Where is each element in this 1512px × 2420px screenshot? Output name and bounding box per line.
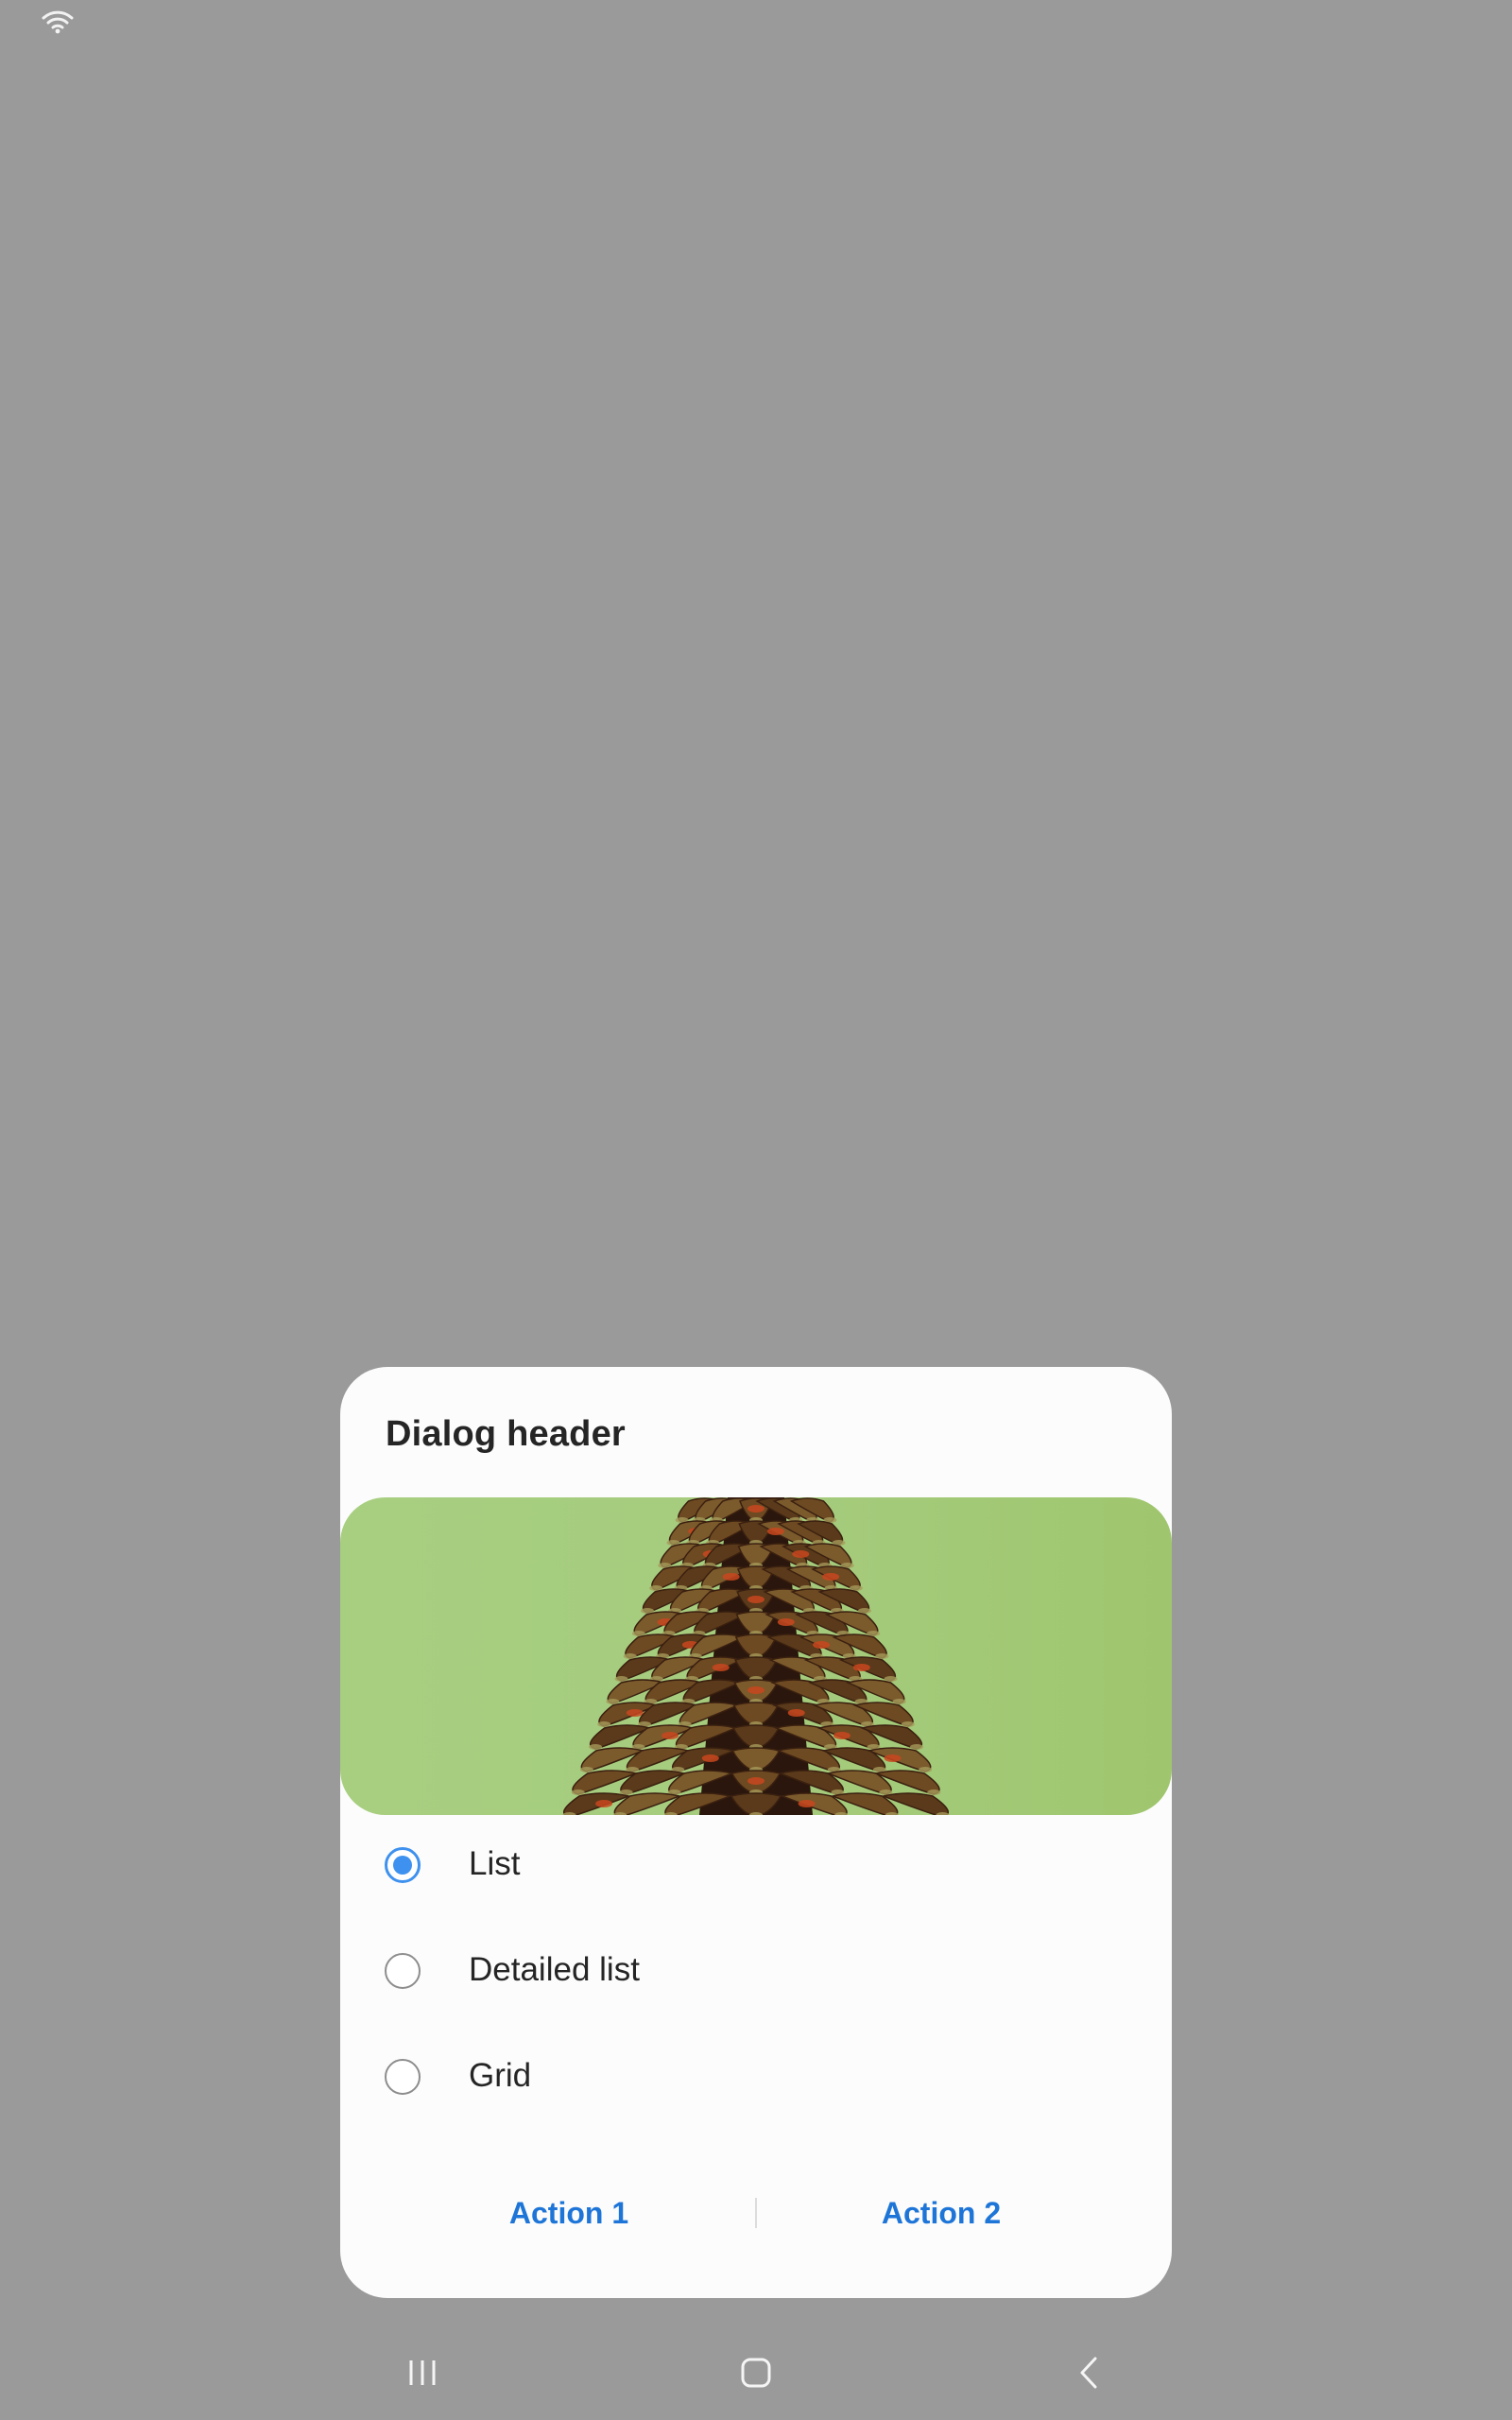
navigation-bar (0, 2325, 1512, 2420)
radio-detailed-list[interactable] (385, 1953, 421, 1989)
dialog: Dialog header List Detailed list Grid Ac… (340, 1367, 1172, 2298)
option-label: Detailed list (469, 1951, 640, 1988)
radio-grid[interactable] (385, 2059, 421, 2095)
radio-list[interactable] (385, 1847, 421, 1883)
recent-apps-button[interactable] (366, 2325, 479, 2420)
action-1-button[interactable]: Action 1 (380, 2175, 758, 2251)
dialog-header: Dialog header (386, 1414, 626, 1454)
home-button[interactable] (699, 2325, 813, 2420)
home-icon (741, 2358, 771, 2388)
back-button[interactable] (1032, 2325, 1145, 2420)
option-detailed-list[interactable]: Detailed list (340, 1921, 1172, 2025)
option-label: List (469, 1845, 521, 1882)
option-label: Grid (469, 2057, 532, 2094)
option-grid[interactable]: Grid (340, 2027, 1172, 2131)
option-list[interactable]: List (340, 1815, 1172, 1919)
pinecone-photo (340, 1497, 1172, 1815)
back-icon (1080, 2357, 1097, 2389)
wifi-icon (42, 10, 74, 34)
status-bar (0, 0, 1512, 45)
recent-apps-icon (409, 2360, 436, 2385)
dialog-actions: Action 1 Action 2 (340, 2175, 1172, 2251)
dialog-image (340, 1497, 1172, 1815)
action-2-button[interactable]: Action 2 (752, 2175, 1130, 2251)
